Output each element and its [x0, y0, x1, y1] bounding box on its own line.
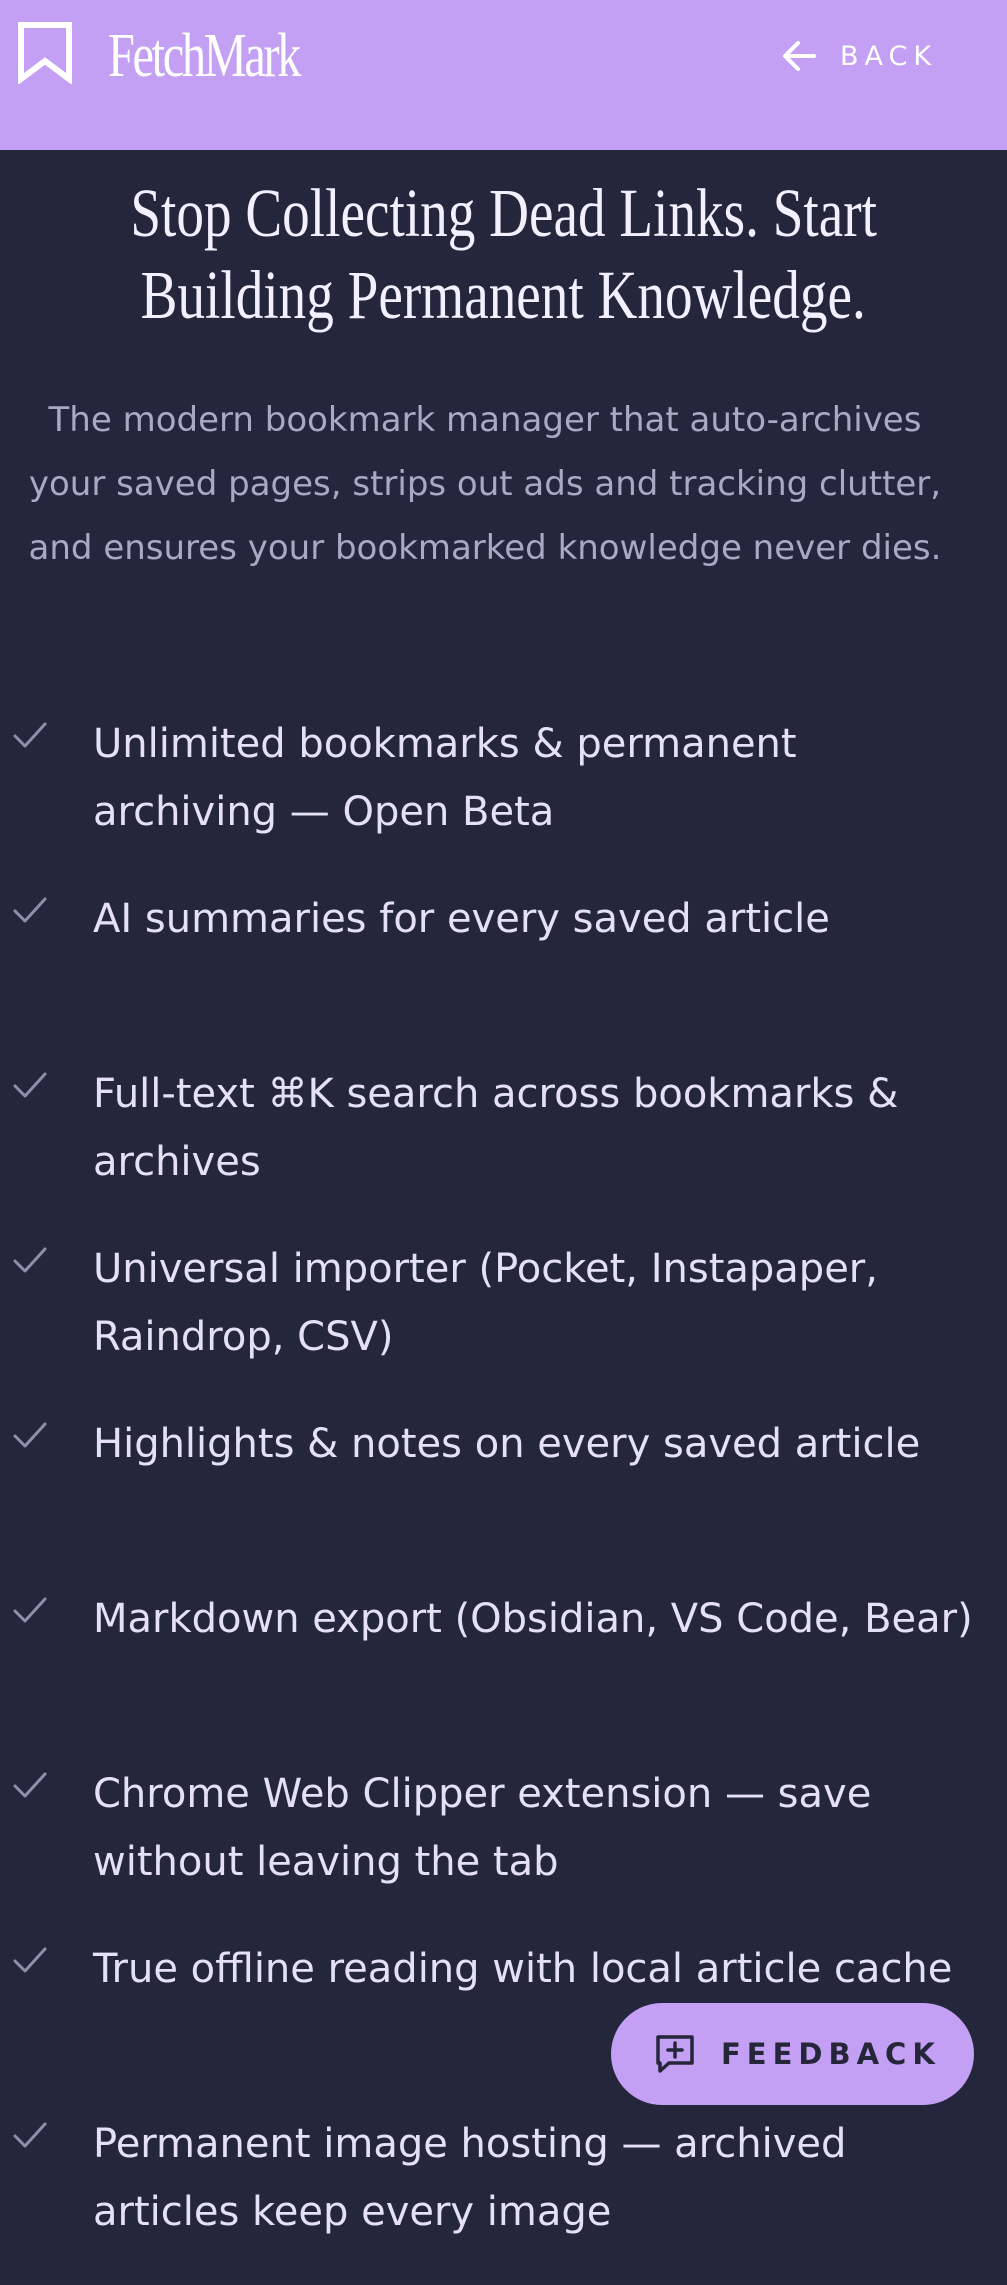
- check-icon: [13, 1072, 47, 1098]
- feature-text: Highlights & notes on every saved articl…: [93, 1421, 921, 1467]
- feature-item: Unlimited bookmarks & permanent archivin…: [0, 710, 1007, 885]
- check-icon: [13, 1422, 47, 1448]
- back-label: BACK: [840, 40, 938, 72]
- feature-item: Markdown export (Obsidian, VS Code, Bear…: [0, 1585, 1007, 1760]
- feature-item: Universal importer (Pocket, Instapaper, …: [0, 1235, 1007, 1410]
- check-icon: [13, 897, 47, 923]
- check-icon: [13, 1247, 47, 1273]
- check-icon: [13, 1947, 47, 1973]
- hero-subtitle: The modern bookmark manager that auto-ar…: [28, 400, 942, 568]
- feature-item: AI summaries for every saved article: [0, 885, 1007, 1060]
- bookmark-icon: [18, 22, 72, 84]
- feature-text: Full-text ⌘K search across bookmarks & a…: [93, 1071, 899, 1185]
- top-bar: FetchMark BACK: [0, 0, 1007, 150]
- feature-text: Permanent image hosting — archived artic…: [93, 2121, 847, 2235]
- hero-title: Stop Collecting Dead Links. Start Buildi…: [0, 172, 1007, 342]
- feature-text: AI summaries for every saved article: [93, 896, 830, 942]
- feedback-button[interactable]: FEEDBACK: [611, 2003, 974, 2105]
- feedback-label: FEEDBACK: [721, 2037, 941, 2071]
- feature-item: Permanent image hosting — archived artic…: [0, 2110, 1007, 2285]
- check-icon: [13, 1597, 47, 1623]
- check-icon: [13, 722, 47, 748]
- feature-item: Highlights & notes on every saved articl…: [0, 1410, 1007, 1585]
- brand-logo-text[interactable]: FetchMark: [108, 14, 301, 98]
- feature-item: Full-text ⌘K search across bookmarks & a…: [0, 1060, 1007, 1235]
- hero-title-line-1: Stop Collecting Dead Links. Start: [130, 175, 877, 251]
- feature-item: Chrome Web Clipper extension — save with…: [0, 1760, 1007, 1935]
- check-icon: [13, 2122, 47, 2148]
- back-button[interactable]: BACK: [780, 30, 960, 82]
- feature-text: True offline reading with local article …: [93, 1946, 953, 1992]
- arrow-left-icon: [783, 41, 816, 71]
- feature-text: Unlimited bookmarks & permanent archivin…: [93, 721, 797, 835]
- feature-text: Universal importer (Pocket, Instapaper, …: [93, 1246, 878, 1360]
- feature-text: Chrome Web Clipper extension — save with…: [93, 1771, 872, 1885]
- hero-title-line-2: Building Permanent Knowledge.: [140, 257, 867, 333]
- feature-text: Markdown export (Obsidian, VS Code, Bear…: [93, 1596, 973, 1642]
- check-icon: [13, 1772, 47, 1798]
- message-plus-icon: [656, 2035, 694, 2073]
